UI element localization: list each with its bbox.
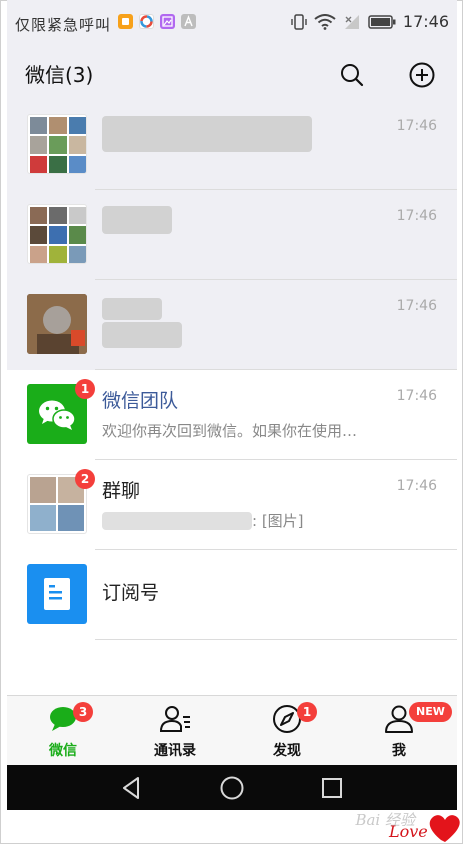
chat-row-group-chat[interactable]: 2 群聊 : [图片] 17:46	[7, 460, 457, 550]
tab-label: 微信	[49, 743, 77, 759]
tab-contacts[interactable]: 通讯录	[119, 696, 231, 766]
svg-text:Love: Love	[388, 822, 428, 841]
home-icon[interactable]	[217, 773, 247, 803]
subscription-avatar	[27, 564, 87, 624]
chat-name: 订阅号	[102, 582, 160, 604]
back-icon[interactable]	[117, 773, 147, 803]
chat-name: 群聊	[102, 480, 141, 502]
tab-label: 发现	[273, 743, 301, 759]
chat-time: 17:46	[396, 298, 437, 314]
chat-preview: : [图片]	[252, 512, 304, 530]
chat-time: 17:46	[396, 208, 437, 224]
plus-circle-icon	[409, 62, 435, 88]
tab-badge: 3	[73, 702, 93, 722]
chat-preview: 欢迎你再次回到微信。如果你在使用…	[102, 422, 358, 440]
chat-row[interactable]: 17:46	[7, 280, 457, 370]
status-bar: 仅限紧急呼叫 17:46	[7, 0, 457, 50]
divider	[95, 639, 457, 640]
letter-a-icon	[181, 14, 196, 29]
chat-name: 微信团队	[102, 390, 179, 412]
page-title: 微信(3)	[25, 63, 94, 87]
status-right-group: 17:46	[291, 12, 449, 31]
group-avatar	[27, 114, 87, 174]
unread-badge: 1	[75, 379, 95, 399]
tab-wechat[interactable]: 3 微信	[7, 696, 119, 766]
contact-avatar	[27, 294, 87, 354]
chat-row-wechat-team[interactable]: 1 微信团队 欢迎你再次回到微信。如果你在使用… 17:46	[7, 370, 457, 460]
blurred-name	[102, 298, 162, 320]
tab-label: 通讯录	[154, 743, 196, 759]
battery-icon	[368, 14, 396, 29]
notification-icons	[118, 14, 196, 29]
love-heart-icon: Love	[388, 815, 460, 842]
contacts-icon	[159, 706, 190, 732]
blurred-name	[102, 206, 172, 234]
new-badge: NEW	[409, 702, 452, 722]
tab-me[interactable]: NEW 我	[343, 696, 455, 766]
clock-text: 17:46	[402, 12, 449, 31]
chat-time: 17:46	[396, 388, 437, 404]
chat-row-subscriptions[interactable]: 订阅号	[7, 550, 457, 640]
purple-image-icon	[160, 14, 175, 29]
tab-discover[interactable]: 1 发现	[231, 696, 343, 766]
blurred-sender	[102, 512, 252, 530]
signal-icon	[344, 14, 359, 29]
tab-label: 我	[392, 743, 406, 759]
chat-time: 17:46	[396, 118, 437, 134]
chat-list: 17:46 17:46 17:46 1 微信团队 欢迎你再次回到微信。如果你在使…	[7, 100, 457, 640]
carrier-text: 仅限紧急呼叫	[15, 16, 112, 34]
color-wheel-icon	[139, 14, 154, 29]
chat-row[interactable]: 17:46	[7, 190, 457, 280]
recents-icon[interactable]	[317, 773, 347, 803]
chat-time: 17:46	[396, 478, 437, 494]
add-button[interactable]	[404, 57, 440, 93]
blurred-name	[102, 116, 312, 152]
chat-row[interactable]: 17:46	[7, 100, 457, 190]
unread-badge: 2	[75, 469, 95, 489]
orange-app-icon	[118, 14, 133, 29]
title-bar: 微信(3)	[7, 50, 457, 100]
search-icon	[341, 64, 364, 87]
group-avatar	[27, 204, 87, 264]
blurred-preview	[102, 322, 182, 348]
search-button[interactable]	[334, 57, 370, 93]
phone-screen: 仅限紧急呼叫 17:46 微信(3) 17:46 17:46 17:46 1 微…	[7, 0, 457, 810]
vibrate-icon	[291, 13, 307, 30]
tab-badge: 1	[297, 702, 317, 722]
bottom-tab-bar: 3 微信 通讯录 1 发现 NEW 我	[7, 695, 457, 766]
document-icon	[44, 578, 70, 610]
wifi-icon	[314, 13, 336, 30]
